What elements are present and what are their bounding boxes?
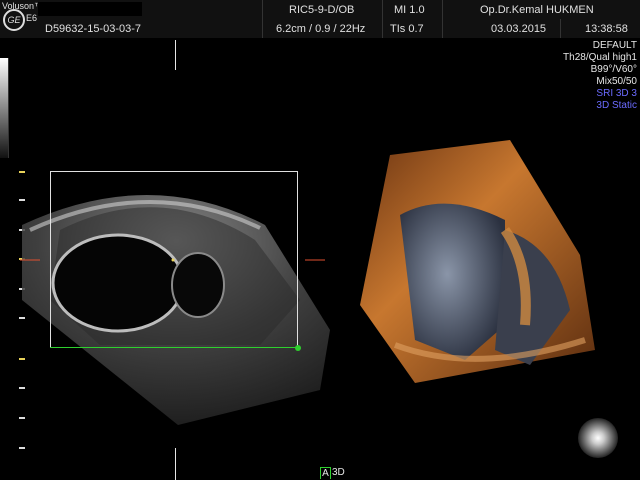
roi-box[interactable] <box>50 171 298 348</box>
roi-bottom-line <box>50 347 298 348</box>
plane-a-label[interactable]: A <box>320 467 331 479</box>
roi-handle[interactable] <box>295 345 301 351</box>
probe-orientation-icon <box>578 418 618 458</box>
3d-render-view <box>360 140 595 383</box>
plane-3d-label[interactable]: 3D <box>332 467 345 478</box>
